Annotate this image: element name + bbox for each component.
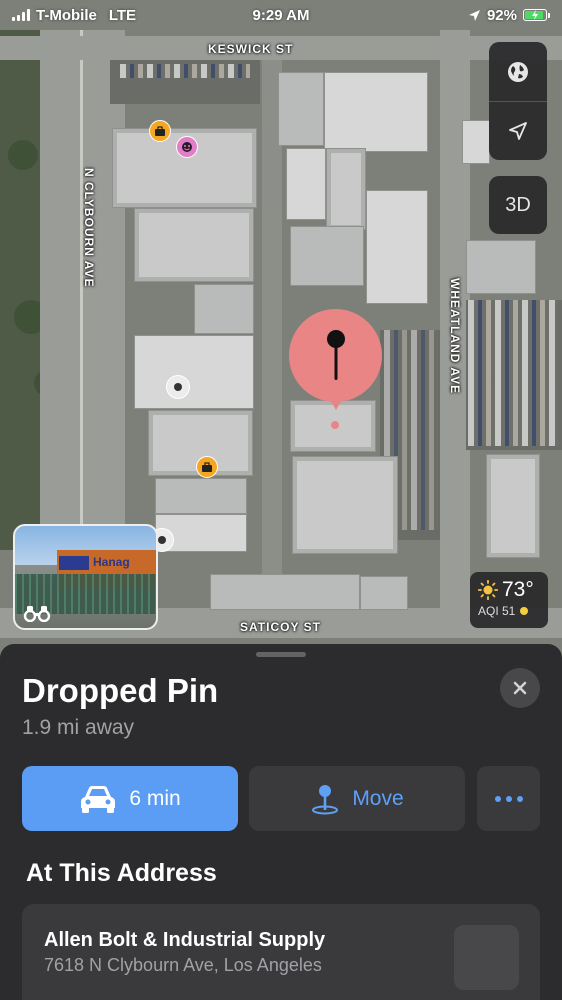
building bbox=[326, 148, 366, 230]
section-title: At This Address bbox=[26, 859, 217, 887]
carrier-name: T-Mobile bbox=[36, 6, 97, 24]
location-arrow-icon bbox=[468, 9, 480, 21]
battery-charging-icon bbox=[523, 9, 550, 21]
location-arrow-icon bbox=[509, 122, 527, 140]
more-button[interactable] bbox=[477, 766, 540, 831]
building bbox=[486, 454, 540, 558]
network-type: LTE bbox=[108, 6, 137, 24]
business-name: Allen Bolt & Industrial Supply bbox=[44, 929, 326, 951]
street-label-keswick: KESWICK ST bbox=[208, 42, 294, 56]
building bbox=[466, 240, 536, 294]
dropped-pin-marker[interactable] bbox=[289, 309, 382, 402]
sheet-grabber[interactable] bbox=[256, 652, 306, 657]
weather-widget: 73° AQI 51 bbox=[470, 572, 548, 628]
building bbox=[134, 335, 254, 409]
close-icon bbox=[513, 681, 527, 695]
battery-percent: 92% bbox=[486, 6, 517, 24]
building bbox=[462, 120, 490, 164]
temperature: 73° bbox=[502, 578, 534, 601]
building bbox=[360, 576, 408, 610]
place-card-sheet[interactable]: Dropped Pin 1.9 mi away 6 min Move At Th… bbox=[0, 644, 562, 1000]
pin-tail bbox=[328, 396, 344, 410]
status-bar: T-Mobile LTE 9:29 AM 92% bbox=[0, 0, 562, 30]
street-label-saticoy: SATICOY ST bbox=[240, 620, 321, 634]
close-button[interactable] bbox=[500, 668, 540, 708]
sun-icon bbox=[478, 580, 498, 600]
building bbox=[134, 208, 254, 282]
directions-button[interactable]: 6 min bbox=[22, 766, 238, 831]
globe-icon bbox=[508, 61, 528, 82]
business-thumbnail bbox=[454, 925, 519, 990]
building bbox=[194, 284, 254, 334]
track-location-button[interactable] bbox=[489, 101, 547, 160]
aqi-value: AQI 51 bbox=[478, 604, 516, 618]
street-label-clybourn: N CLYBOURN AVE bbox=[82, 168, 96, 288]
place-distance: 1.9 mi away bbox=[22, 716, 135, 739]
car-icon bbox=[81, 785, 116, 813]
directions-label: 6 min bbox=[129, 786, 181, 810]
move-pin-button[interactable]: Move bbox=[249, 766, 465, 831]
binoculars-icon bbox=[23, 606, 51, 622]
parked-cars bbox=[468, 300, 558, 446]
3d-toggle-button[interactable]: 3D bbox=[489, 176, 547, 234]
building bbox=[155, 478, 247, 514]
briefcase-poi-icon[interactable] bbox=[196, 456, 218, 478]
building bbox=[292, 456, 398, 554]
look-around-preview[interactable]: Hanag bbox=[13, 524, 158, 630]
pushpin-icon bbox=[326, 329, 345, 380]
signal-bars-icon bbox=[12, 9, 30, 21]
building bbox=[278, 72, 324, 146]
ellipsis-icon bbox=[494, 795, 523, 802]
aqi-indicator-dot bbox=[520, 607, 529, 615]
map-mode-button[interactable] bbox=[489, 42, 547, 101]
residential-area bbox=[0, 30, 40, 550]
building bbox=[366, 190, 428, 304]
theater-masks-poi-icon[interactable] bbox=[176, 136, 198, 158]
building bbox=[286, 148, 326, 220]
generic-poi-icon[interactable] bbox=[166, 375, 190, 399]
map-controls bbox=[489, 42, 547, 160]
briefcase-poi-icon[interactable] bbox=[149, 120, 171, 142]
pin-location-dot bbox=[331, 421, 339, 429]
parked-cars bbox=[120, 64, 250, 78]
building bbox=[290, 226, 364, 286]
container-sign-text: Hanag bbox=[93, 555, 130, 569]
street-label-wheatland: WHEATLAND AVE bbox=[448, 278, 462, 395]
address-card[interactable]: Allen Bolt & Industrial Supply 7618 N Cl… bbox=[22, 904, 540, 1000]
building bbox=[210, 574, 360, 610]
move-label: Move bbox=[352, 786, 404, 810]
business-address: 7618 N Clybourn Ave, Los Angeles bbox=[44, 955, 322, 975]
tree bbox=[8, 140, 38, 170]
move-pin-icon bbox=[312, 784, 339, 814]
building bbox=[324, 72, 428, 152]
place-title: Dropped Pin bbox=[22, 672, 219, 709]
